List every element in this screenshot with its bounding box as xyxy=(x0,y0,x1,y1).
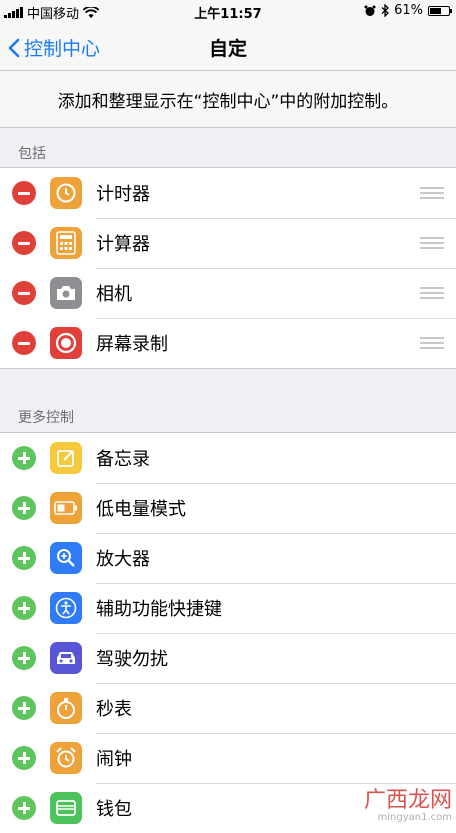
item-label: 驾驶勿扰 xyxy=(96,649,168,670)
battery-icon xyxy=(428,5,452,16)
status-bar: 中国移动 上午11:57 61% xyxy=(0,0,456,22)
list-item: 辅助功能快捷键 xyxy=(0,583,456,633)
item-label: 相机 xyxy=(96,284,132,305)
description-text: 添加和整理显示在“控制中心”中的附加控制。 xyxy=(0,71,456,128)
item-label: 钱包 xyxy=(96,799,132,820)
item-label: 备忘录 xyxy=(96,449,150,470)
add-button[interactable] xyxy=(12,496,36,520)
item-label: 低电量模式 xyxy=(96,499,186,520)
stopwatch-icon xyxy=(50,692,82,724)
add-button[interactable] xyxy=(12,446,36,470)
list-item: 备忘录 xyxy=(0,433,456,483)
remove-button[interactable] xyxy=(12,231,36,255)
add-button[interactable] xyxy=(12,646,36,670)
reorder-handle-icon[interactable] xyxy=(420,287,444,302)
list-item: 闹钟 xyxy=(0,733,456,783)
notes-icon xyxy=(50,442,82,474)
remove-button[interactable] xyxy=(12,281,36,305)
list-item: 驾驶勿扰 xyxy=(0,633,456,683)
reorder-handle-icon[interactable] xyxy=(420,337,444,352)
list-item: 秒表 xyxy=(0,683,456,733)
accessibility-icon xyxy=(50,592,82,624)
add-button[interactable] xyxy=(12,746,36,770)
add-button[interactable] xyxy=(12,796,36,820)
reorder-handle-icon[interactable] xyxy=(420,237,444,252)
included-list: 计时器 计算器 相机 屏幕录制 xyxy=(0,167,456,369)
list-item: 计算器 xyxy=(0,218,456,268)
status-right: 61% xyxy=(364,3,452,18)
item-label: 辅助功能快捷键 xyxy=(96,599,222,620)
watermark-url: mingyan1.com xyxy=(377,812,453,823)
remove-button[interactable] xyxy=(12,331,36,355)
add-button[interactable] xyxy=(12,546,36,570)
watermark-logo: 广西龙网 mingyan1.com xyxy=(364,790,452,824)
list-item: 计时器 xyxy=(0,168,456,218)
section-header-included: 包括 xyxy=(18,146,46,162)
watermark-text: 广西龙网 xyxy=(363,788,452,813)
low-power-icon xyxy=(50,492,82,524)
navigation-bar: 控制中心 自定 xyxy=(0,22,456,71)
item-label: 放大器 xyxy=(96,549,150,570)
list-item: 放大器 xyxy=(0,533,456,583)
item-label: 计时器 xyxy=(96,184,150,205)
page-title: 自定 xyxy=(208,38,247,60)
section-header-more: 更多控制 xyxy=(18,410,74,426)
camera-icon xyxy=(50,277,82,309)
timer-icon xyxy=(50,177,82,209)
list-item: 相机 xyxy=(0,268,456,318)
item-label: 秒表 xyxy=(96,699,132,720)
bluetooth-icon xyxy=(381,4,390,17)
item-label: 计算器 xyxy=(96,234,150,255)
calculator-icon xyxy=(50,227,82,259)
more-controls-list: 备忘录 低电量模式 放大器 辅助功能快捷键 驾驶勿扰 秒表 闹钟 钱包 xyxy=(0,432,456,833)
add-button[interactable] xyxy=(12,696,36,720)
magnifier-icon xyxy=(50,542,82,574)
reorder-handle-icon[interactable] xyxy=(420,187,444,202)
item-label: 闹钟 xyxy=(96,749,132,770)
alarm-status-icon xyxy=(364,5,376,16)
alarm-icon xyxy=(50,742,82,774)
wallet-icon xyxy=(50,792,82,824)
car-icon xyxy=(50,642,82,674)
list-item: 低电量模式 xyxy=(0,483,456,533)
item-label: 屏幕录制 xyxy=(96,334,168,355)
screen-record-icon xyxy=(50,327,82,359)
list-item: 屏幕录制 xyxy=(0,318,456,368)
remove-button[interactable] xyxy=(12,181,36,205)
battery-percent: 61% xyxy=(394,3,423,18)
add-button[interactable] xyxy=(12,596,36,620)
